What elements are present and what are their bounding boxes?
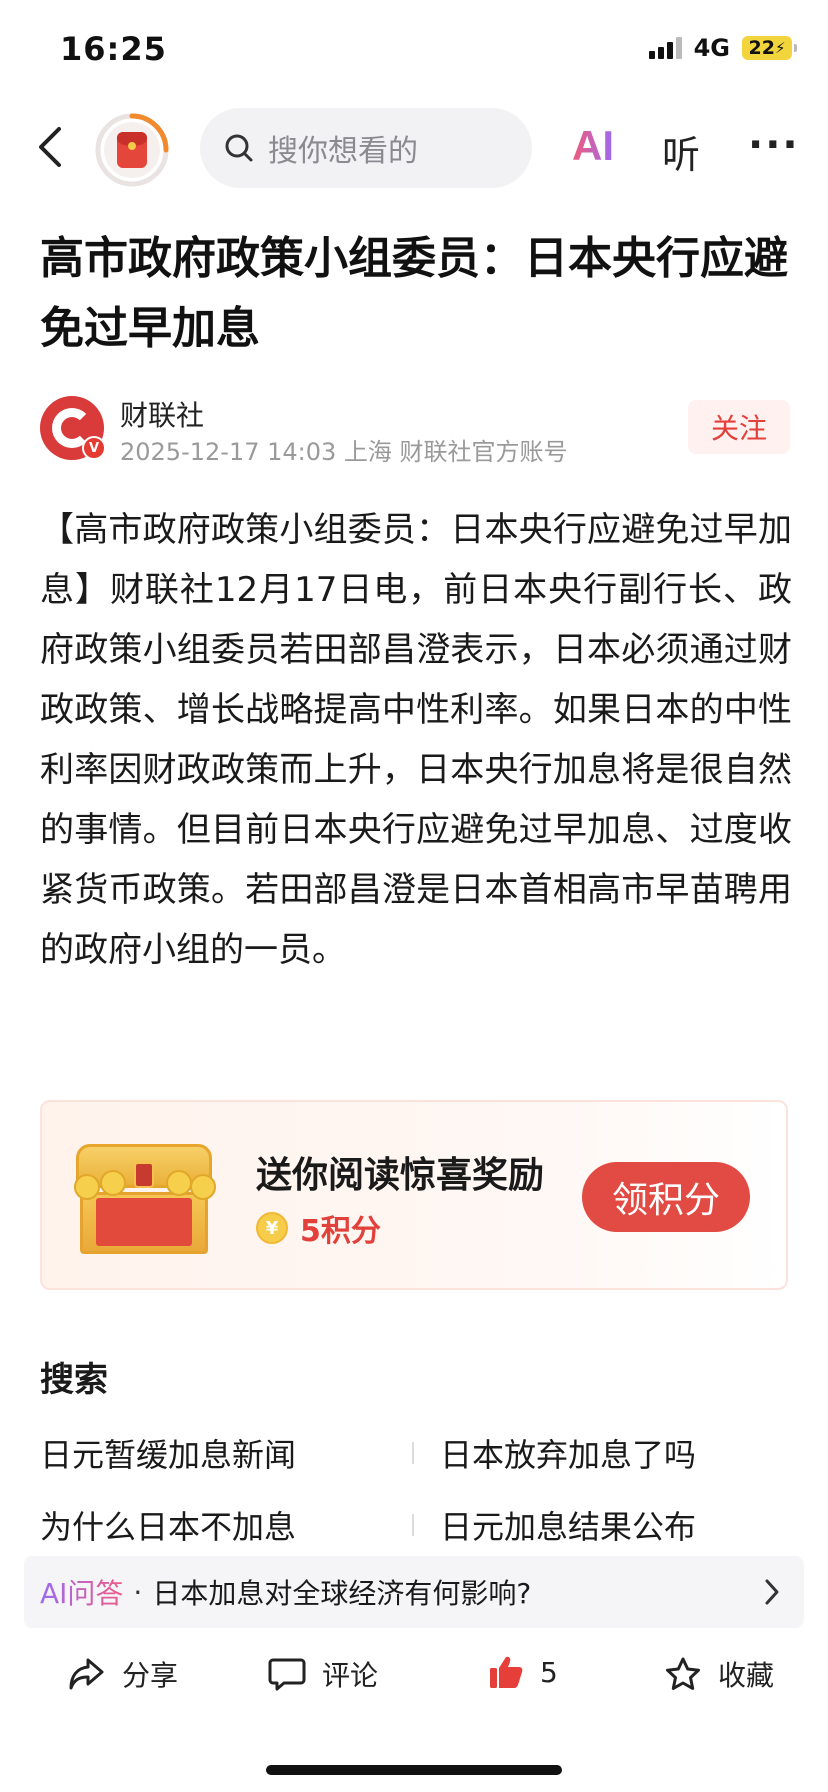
- red-packet-button[interactable]: [94, 112, 170, 188]
- article-body: 【高市政府政策小组委员：日本央行应避免过早加息】财联社12月17日电，前日本央行…: [40, 510, 792, 970]
- star-icon: [666, 1657, 700, 1690]
- treasure-chest-icon: [70, 1140, 218, 1256]
- divider: [412, 1514, 414, 1536]
- author-row: V 财联社 2025-12-17 14:03 上海 财联社官方账号 关注: [40, 392, 790, 466]
- bottom-action-bar: 分享 评论 5 收藏: [0, 1640, 828, 1716]
- article-title: 高市政府政策小组委员：日本央行应避免过早加息: [40, 233, 788, 354]
- more-button[interactable]: ···: [748, 122, 800, 168]
- divider: [412, 1442, 414, 1464]
- author-name[interactable]: 财联社: [120, 394, 204, 434]
- search-suggestion[interactable]: 日本放弃加息了吗: [440, 1430, 696, 1476]
- claim-points-button[interactable]: 领积分: [582, 1162, 750, 1232]
- search-suggestions: 日元暂缓加息新闻 日本放弃加息了吗 为什么日本不加息 日元加息结果公布: [40, 1430, 792, 1550]
- ai-question-bar[interactable]: AI问答 · 日本加息对全球经济有何影响?: [24, 1556, 804, 1628]
- points-text: 5积分: [300, 1214, 381, 1249]
- network-type: 4G: [693, 34, 730, 62]
- home-indicator[interactable]: [266, 1765, 562, 1775]
- comment-button[interactable]: 评论: [268, 1654, 378, 1694]
- share-button[interactable]: 分享: [68, 1654, 178, 1694]
- chevron-left-icon: [39, 127, 61, 167]
- collect-button[interactable]: 收藏: [664, 1654, 774, 1694]
- follow-button[interactable]: 关注: [688, 400, 790, 454]
- battery-level: 22: [748, 37, 775, 59]
- status-time: 16:25: [60, 30, 167, 68]
- share-label: 分享: [122, 1659, 179, 1692]
- back-button[interactable]: [30, 122, 70, 172]
- reward-title: 送你阅读惊喜奖励: [256, 1155, 545, 1196]
- listen-button[interactable]: 听: [662, 124, 700, 179]
- signal-icon: [648, 37, 682, 59]
- search-placeholder: 搜你想看的: [268, 134, 418, 169]
- verified-badge-icon: V: [82, 436, 106, 460]
- nav-bar: 搜你想看的 AI 听 ···: [0, 100, 828, 200]
- separator: ·: [133, 1575, 143, 1609]
- status-bar: 16:25 4G 22 ⚡: [0, 0, 828, 100]
- coin-icon: ¥: [256, 1212, 288, 1244]
- thumbs-up-icon: [490, 1656, 523, 1688]
- collect-label: 收藏: [718, 1659, 775, 1692]
- red-packet-icon: [104, 122, 160, 178]
- search-suggestion[interactable]: 日元暂缓加息新闻: [40, 1430, 296, 1476]
- search-input[interactable]: 搜你想看的: [200, 108, 532, 188]
- ai-question-text: 日本加息对全球经济有何影响?: [152, 1577, 532, 1610]
- search-suggestion[interactable]: 日元加息结果公布: [440, 1502, 696, 1548]
- chevron-right-icon: [765, 1579, 779, 1605]
- comment-label: 评论: [322, 1659, 379, 1692]
- article-meta: 2025-12-17 14:03 上海 财联社官方账号: [120, 438, 568, 466]
- like-count: 5: [540, 1655, 558, 1689]
- search-icon: [225, 134, 253, 162]
- battery-icon: 22 ⚡: [742, 36, 797, 60]
- like-button[interactable]: 5: [488, 1654, 558, 1690]
- ai-button[interactable]: AI: [572, 122, 614, 170]
- status-indicators: 4G 22 ⚡: [648, 34, 797, 62]
- ai-qa-label: AI问答: [40, 1572, 123, 1612]
- reward-points: ¥ 5积分: [256, 1206, 381, 1250]
- comment-icon: [268, 1658, 306, 1691]
- search-heading: 搜索: [40, 1360, 108, 1400]
- search-suggestion[interactable]: 为什么日本不加息: [40, 1502, 296, 1548]
- share-icon: [69, 1658, 104, 1690]
- reward-card[interactable]: 送你阅读惊喜奖励 ¥ 5积分 领积分: [40, 1100, 788, 1290]
